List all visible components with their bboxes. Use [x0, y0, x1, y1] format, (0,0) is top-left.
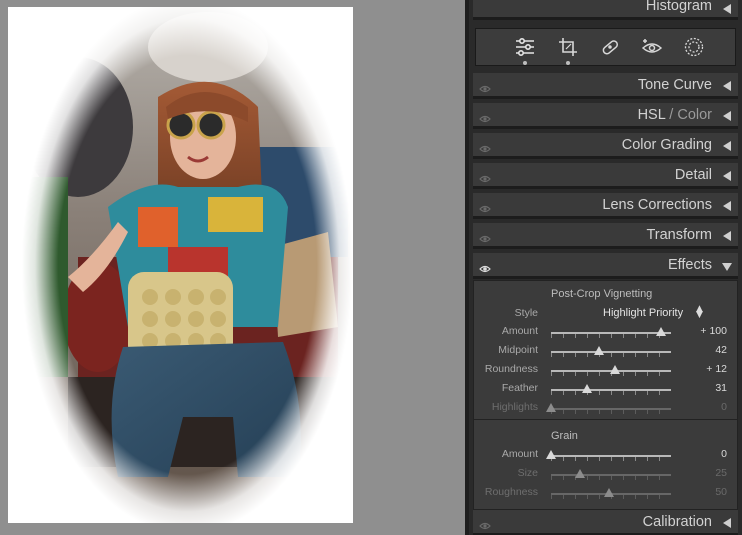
amount-slider-ticks: [551, 334, 671, 338]
roughness-label: Roughness: [484, 486, 538, 498]
eye-icon[interactable]: [479, 170, 491, 183]
photo-canvas[interactable]: [0, 0, 465, 535]
post-crop-vignetting-title: Post-Crop Vignetting: [551, 288, 653, 300]
eye-icon[interactable]: [479, 230, 491, 243]
amount-slider-thumb[interactable]: [656, 327, 667, 336]
feather-label: Feather: [501, 382, 538, 394]
tool-strip: [475, 28, 736, 66]
section-color-grading[interactable]: Color Grading: [473, 133, 738, 159]
amount-value[interactable]: + 100: [677, 325, 727, 337]
expand-arrow-icon[interactable]: [723, 231, 731, 241]
redeye-icon[interactable]: [641, 36, 663, 58]
section-title: Color Grading: [621, 137, 712, 153]
section-title: Detail: [674, 167, 712, 183]
eye-icon[interactable]: [479, 80, 491, 93]
edit-sliders-icon[interactable]: [514, 36, 536, 58]
expand-arrow-icon[interactable]: [723, 171, 731, 181]
expand-arrow-icon[interactable]: [723, 81, 731, 91]
midpoint-slider-thumb[interactable]: [594, 346, 605, 355]
style-label: Style: [514, 307, 538, 319]
amount-slider-ticks: [551, 457, 671, 461]
divider: [474, 419, 737, 420]
section-transform[interactable]: Transform: [473, 223, 738, 249]
eye-icon[interactable]: [479, 110, 491, 123]
midpoint-value[interactable]: 42: [677, 344, 727, 356]
amount-label: Amount: [501, 448, 538, 460]
histogram-title: Histogram: [645, 0, 712, 14]
section-effects[interactable]: Effects: [473, 253, 738, 279]
size-label: Size: [517, 467, 538, 479]
section-title: Lens Corrections: [602, 197, 712, 213]
updown-chevron-icon[interactable]: ▲ ▼: [696, 305, 703, 320]
section-detail[interactable]: Detail: [473, 163, 738, 189]
section-title: Calibration: [642, 514, 712, 530]
histogram-header[interactable]: Histogram: [473, 0, 738, 20]
midpoint-slider-ticks: [551, 353, 671, 357]
photo-image: [8, 7, 353, 523]
eye-icon[interactable]: [479, 200, 491, 213]
amount-label: Amount: [501, 325, 538, 337]
expand-arrow-icon[interactable]: [723, 141, 731, 151]
collapse-arrow-icon[interactable]: [722, 263, 732, 271]
highlights-value[interactable]: 0: [677, 401, 727, 413]
section-hsl-color[interactable]: HSL / Color: [473, 103, 738, 129]
roundness-value[interactable]: + 12: [677, 363, 727, 375]
eye-icon[interactable]: [479, 140, 491, 153]
midpoint-label: Midpoint: [498, 344, 538, 356]
hsl-separator: /: [665, 107, 678, 123]
feather-value[interactable]: 31: [677, 382, 727, 394]
eye-icon[interactable]: [479, 517, 491, 530]
section-title: HSL / Color: [638, 107, 712, 123]
healing-icon[interactable]: [599, 36, 621, 58]
section-calibration[interactable]: Calibration: [473, 510, 738, 535]
photo-preview[interactable]: [8, 7, 353, 523]
section-tone-curve[interactable]: Tone Curve: [473, 73, 738, 99]
amount-value[interactable]: 0: [677, 448, 727, 460]
expand-arrow-icon[interactable]: [723, 111, 731, 121]
roundness-slider-thumb[interactable]: [610, 365, 621, 374]
section-title: Effects: [667, 257, 712, 273]
highlights-slider-thumb[interactable]: [546, 403, 556, 412]
active-tool-indicator: [523, 61, 527, 65]
section-lens-corrections[interactable]: Lens Corrections: [473, 193, 738, 219]
amount-slider-thumb[interactable]: [546, 450, 556, 459]
size-slider-thumb[interactable]: [574, 469, 585, 478]
eye-icon[interactable]: [479, 260, 491, 273]
masking-icon[interactable]: [683, 36, 705, 58]
effects-panel: Post-Crop Vignetting Style Highlight Pri…: [473, 280, 738, 510]
feather-slider-thumb[interactable]: [581, 384, 592, 393]
crop-icon[interactable]: [557, 36, 579, 58]
roughness-slider-thumb[interactable]: [603, 488, 614, 497]
section-title: Transform: [646, 227, 712, 243]
feather-slider-ticks: [551, 391, 671, 395]
grain-title: Grain: [551, 430, 578, 442]
expand-arrow-icon[interactable]: [723, 201, 731, 211]
size-slider-ticks: [551, 476, 671, 480]
hsl-label: HSL: [637, 107, 666, 123]
roundness-label: Roundness: [484, 363, 538, 375]
expand-arrow-icon[interactable]: [723, 518, 731, 528]
roughness-value[interactable]: 50: [677, 486, 727, 498]
section-title: Tone Curve: [637, 77, 712, 93]
collapse-arrow-icon[interactable]: [723, 4, 731, 14]
highlights-slider-ticks: [551, 410, 671, 414]
color-label: Color: [677, 107, 712, 123]
tool-indicator: [566, 61, 570, 65]
size-value[interactable]: 25: [677, 467, 727, 479]
style-dropdown[interactable]: Highlight Priority: [603, 307, 683, 319]
develop-right-panel: Histogram Tone Curve HSL / Color Color G…: [469, 0, 742, 535]
highlights-label: Highlights: [491, 401, 538, 413]
